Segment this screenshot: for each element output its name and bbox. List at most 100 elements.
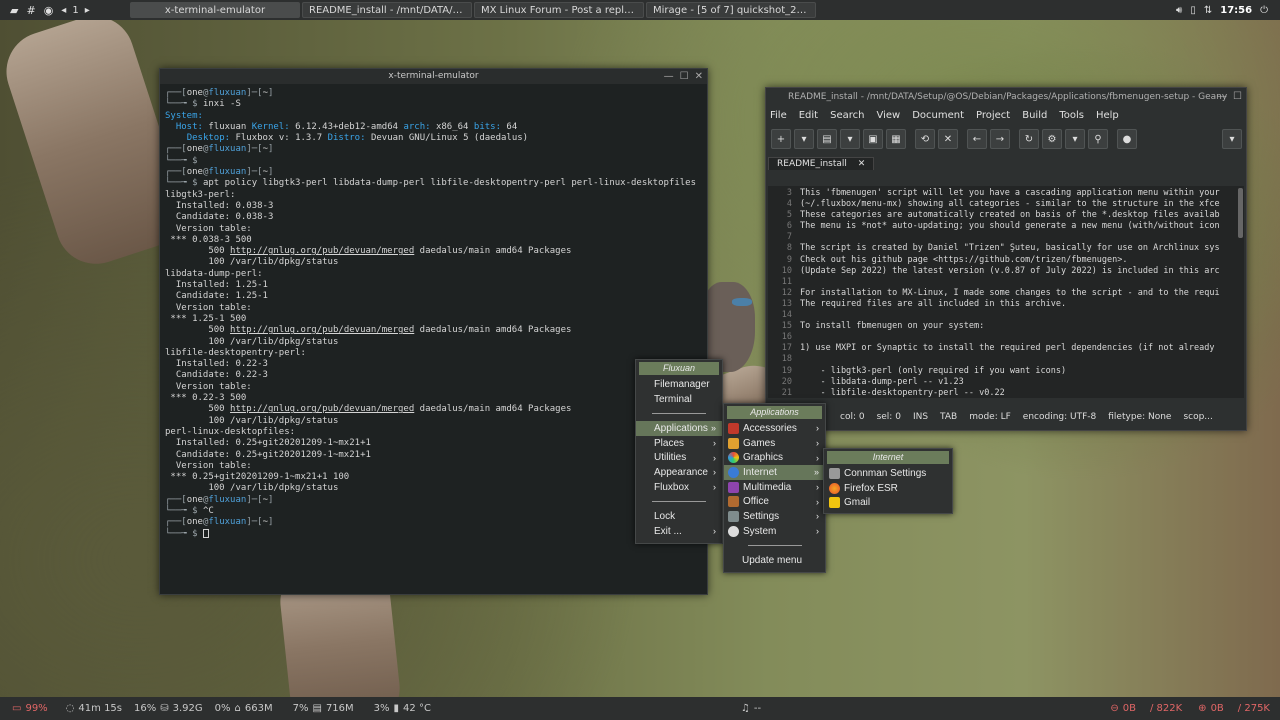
clipboard-icon[interactable]: ▯ (1190, 5, 1196, 16)
code-line[interactable]: - libfile-desktopentry-perl -- v0.22 (800, 388, 1244, 398)
menu-tools[interactable]: Tools (1059, 110, 1084, 121)
menu-project[interactable]: Project (976, 110, 1010, 121)
temp-monitor[interactable]: 3% ▮ 42 °C (374, 703, 431, 714)
menu-item-utilities[interactable]: Utilities › (636, 450, 722, 465)
code-line[interactable]: The menu is *not* auto-updating; you sho… (800, 221, 1244, 232)
close-icon[interactable]: ✕ (695, 69, 703, 84)
menu-item-places[interactable]: Places › (636, 436, 722, 451)
terminal-titlebar[interactable]: x-terminal-emulator — ☐ ✕ (160, 69, 707, 84)
open-file-icon[interactable]: ▤ (817, 129, 837, 149)
menu-item-internet[interactable]: Internet» (724, 465, 825, 480)
menu-item-terminal[interactable]: Terminal (636, 392, 722, 407)
menu-item-update-menu[interactable]: Update menu (724, 553, 825, 568)
menu-item-graphics[interactable]: Graphics › (724, 450, 825, 465)
taskbar-item-mirage[interactable]: Mirage - [5 of 7] quickshot_250914_16 (646, 2, 816, 18)
forward-icon[interactable]: → (990, 129, 1010, 149)
code-line[interactable] (800, 332, 1244, 343)
gear-icon[interactable]: ⚙ (1042, 129, 1062, 149)
new-file-icon[interactable]: + (771, 129, 791, 149)
swap-monitor[interactable]: 7% ▤ 716M (293, 703, 354, 714)
code-line[interactable]: Check out his github page <https://githu… (800, 255, 1244, 266)
editor-scrollbar[interactable] (1238, 188, 1243, 238)
save-all-icon[interactable]: ▦ (886, 129, 906, 149)
geany-titlebar[interactable]: README_install - /mnt/DATA/Setup/@OS/Deb… (766, 88, 1246, 106)
globe-icon[interactable]: ◉ (44, 4, 54, 17)
editor-text[interactable]: This 'fbmenugen' script will let you hav… (800, 186, 1244, 398)
code-line[interactable] (800, 277, 1244, 288)
menu-item-settings[interactable]: Settings › (724, 509, 825, 524)
prev-workspace-icon[interactable]: ◂ (61, 5, 66, 16)
minimize-icon[interactable]: — (664, 69, 674, 84)
network-down-monitor[interactable]: ⊖ 0B/ 822K (1110, 703, 1182, 714)
menu-item-accessories[interactable]: Accessories › (724, 421, 825, 436)
save-icon[interactable]: ▣ (863, 129, 883, 149)
taskbar-item-terminal[interactable]: x-terminal-emulator (130, 2, 300, 18)
menu-view[interactable]: View (876, 110, 900, 121)
code-line[interactable] (800, 232, 1244, 243)
disk-monitor[interactable]: 0% ⌂ 663M (215, 703, 273, 714)
close-icon[interactable]: ✕ (858, 159, 866, 169)
menu-edit[interactable]: Edit (799, 110, 818, 121)
menu-document[interactable]: Document (912, 110, 964, 121)
battery-monitor[interactable]: ▭ 99% (12, 703, 48, 714)
taskbar-item-firefox[interactable]: MX Linux Forum - Post a reply — Mozilla (474, 2, 644, 18)
code-line[interactable]: 1) use MXPI or Synaptic to install the r… (800, 343, 1244, 354)
menu-item-lock[interactable]: Lock (636, 509, 722, 524)
uptime-monitor[interactable]: ◌ 41m 15s (66, 703, 122, 714)
network-icon[interactable]: ⇅ (1204, 5, 1212, 16)
maximize-icon[interactable]: ☐ (680, 69, 689, 84)
menu-item-applications[interactable]: Applications» (636, 421, 722, 436)
music-player[interactable]: ♫ -- (741, 703, 761, 714)
code-line[interactable]: - libgtk3-perl (only required if you wan… (800, 366, 1244, 377)
menu-item-system[interactable]: System › (724, 524, 825, 539)
run-icon[interactable]: ⚲ (1088, 129, 1108, 149)
menu-item-fluxbox[interactable]: Fluxbox › (636, 480, 722, 495)
taskbar-item-geany[interactable]: README_install - /mnt/DATA/Setup/@O (302, 2, 472, 18)
chevron-down-icon[interactable]: ▾ (1222, 129, 1242, 149)
menu-item-filemanager[interactable]: Filemanager (636, 377, 722, 392)
menu-item-appearance[interactable]: Appearance › (636, 465, 722, 480)
next-workspace-icon[interactable]: ▸ (85, 5, 90, 16)
menu-file[interactable]: File (770, 110, 787, 121)
folder-icon[interactable]: ▰ (10, 4, 18, 17)
code-line[interactable]: (Update Sep 2022) the latest version (v.… (800, 266, 1244, 277)
tab-readme-install[interactable]: README_install ✕ (768, 157, 875, 170)
menu-item-multimedia[interactable]: Multimedia › (724, 480, 825, 495)
network-up-monitor[interactable]: ⊕ 0B/ 275K (1198, 703, 1270, 714)
menu-item-office[interactable]: Office › (724, 494, 825, 509)
code-line[interactable] (800, 354, 1244, 365)
workspace-switcher[interactable]: ◂ 1 ▸ (61, 5, 89, 16)
volume-icon[interactable]: 🔊︎ (1176, 5, 1182, 16)
clock[interactable]: 17:56 (1220, 5, 1252, 16)
menu-item-games[interactable]: Games › (724, 436, 825, 451)
code-line[interactable]: The required files are all included in t… (800, 299, 1244, 310)
reload-icon[interactable]: ↻ (1019, 129, 1039, 149)
terminal-output[interactable]: ┌──[one@fluxuan]─[~] └──╼ $ inxi -S Syst… (160, 84, 707, 544)
maximize-icon[interactable]: ☐ (1233, 88, 1242, 106)
menu-item-connman-settings[interactable]: Connman Settings (824, 466, 952, 481)
code-line[interactable]: For installation to MX-Linux, I made som… (800, 288, 1244, 299)
minimize-icon[interactable]: — (1217, 88, 1227, 106)
chevron-down-icon[interactable]: ▾ (840, 129, 860, 149)
menu-item-firefox-esr[interactable]: Firefox ESR (824, 481, 952, 496)
close-file-icon[interactable]: ✕ (938, 129, 958, 149)
code-line[interactable]: - libdata-dump-perl -- v1.23 (800, 377, 1244, 388)
code-line[interactable]: (~/.fluxbox/menu-mx) showing all categor… (800, 199, 1244, 210)
chevron-down-icon[interactable]: ▾ (1065, 129, 1085, 149)
code-line[interactable]: The script is created by Daniel "Trizen"… (800, 243, 1244, 254)
menu-search[interactable]: Search (830, 110, 864, 121)
color-picker-icon[interactable]: ● (1117, 129, 1137, 149)
chevron-down-icon[interactable]: ▾ (794, 129, 814, 149)
menu-item-exit[interactable]: Exit ... › (636, 524, 722, 539)
geany-editor[interactable]: 345678910111213141516171819202122 This '… (768, 186, 1244, 398)
revert-icon[interactable]: ⟲ (915, 129, 935, 149)
hash-icon[interactable]: # (26, 4, 35, 17)
code-line[interactable]: To install fbmenugen on your system: (800, 321, 1244, 332)
cpu-monitor[interactable]: 16% ⛁ 3.92G (134, 703, 203, 714)
code-line[interactable] (800, 310, 1244, 321)
menu-build[interactable]: Build (1022, 110, 1047, 121)
menu-help[interactable]: Help (1096, 110, 1119, 121)
back-icon[interactable]: ← (967, 129, 987, 149)
code-line[interactable]: This 'fbmenugen' script will let you hav… (800, 188, 1244, 199)
menu-item-gmail[interactable]: Gmail (824, 495, 952, 510)
